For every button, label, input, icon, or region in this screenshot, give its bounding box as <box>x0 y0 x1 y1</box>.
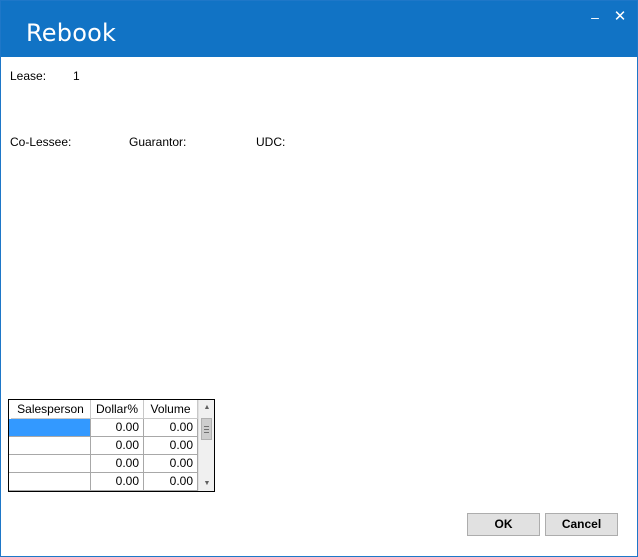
volume-cell[interactable]: 0.00 <box>144 473 198 491</box>
salesperson-grid[interactable]: Salesperson Dollar% Volume 0.00 0.00 0.0… <box>8 399 215 492</box>
guarantor-label: Guarantor: <box>129 135 187 149</box>
salesperson-cell[interactable] <box>9 419 91 437</box>
volume-cell[interactable]: 0.00 <box>144 437 198 455</box>
table-row[interactable]: 0.00 0.00 <box>9 473 198 491</box>
salesperson-cell[interactable] <box>9 455 91 473</box>
column-header-salesperson[interactable]: Salesperson <box>11 400 91 419</box>
salesperson-cell[interactable] <box>9 437 91 455</box>
table-row[interactable]: 0.00 0.00 <box>9 455 198 473</box>
grid-header: Salesperson Dollar% Volume <box>9 400 198 419</box>
salesperson-cell[interactable] <box>9 473 91 491</box>
ok-button[interactable]: OK <box>467 513 540 536</box>
dollar-percent-cell[interactable]: 0.00 <box>91 437 144 455</box>
udc-label: UDC: <box>256 135 286 149</box>
grip-line <box>204 429 209 430</box>
volume-cell[interactable]: 0.00 <box>144 455 198 473</box>
lease-label: Lease: <box>10 69 47 83</box>
window-title: Rebook <box>26 19 117 47</box>
grip-line <box>204 426 209 427</box>
rebook-dialog: Rebook – ✕ Lease: 1 Co-Lessee: Guarantor… <box>0 0 638 557</box>
close-icon[interactable]: ✕ <box>610 7 630 27</box>
scroll-thumb[interactable] <box>201 418 212 440</box>
grip-line <box>204 432 209 433</box>
lease-value: 1 <box>73 69 80 83</box>
table-row[interactable]: 0.00 0.00 <box>9 437 198 455</box>
colessee-label: Co-Lessee: <box>10 135 72 149</box>
dollar-percent-cell[interactable]: 0.00 <box>91 455 144 473</box>
minimize-icon[interactable]: – <box>585 7 605 27</box>
column-header-volume[interactable]: Volume <box>144 400 198 419</box>
grid-vertical-scrollbar[interactable]: ▲ ▼ <box>198 400 214 491</box>
table-row[interactable]: 0.00 0.00 <box>9 419 198 437</box>
title-bar: Rebook – ✕ <box>1 1 637 57</box>
cancel-button[interactable]: Cancel <box>545 513 618 536</box>
column-header-dollar-percent[interactable]: Dollar% <box>91 400 144 419</box>
dollar-percent-cell[interactable]: 0.00 <box>91 419 144 437</box>
scroll-down-icon[interactable]: ▼ <box>199 476 215 491</box>
dollar-percent-cell[interactable]: 0.00 <box>91 473 144 491</box>
volume-cell[interactable]: 0.00 <box>144 419 198 437</box>
scroll-up-icon[interactable]: ▲ <box>199 400 215 415</box>
